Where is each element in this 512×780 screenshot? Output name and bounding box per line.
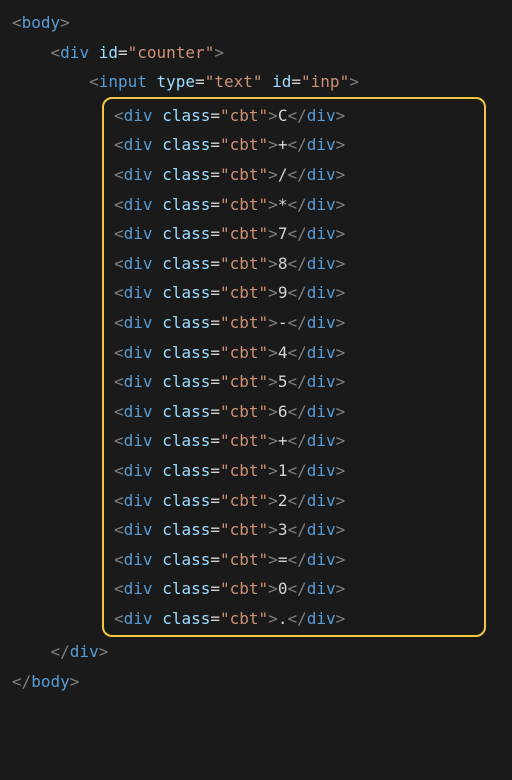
code-line-cbt-14[interactable]: <div class="cbt">3</div> [104, 515, 484, 545]
code-line-input[interactable]: <input type="text" id="inp"> [0, 67, 512, 97]
code-line-cbt-0[interactable]: <div class="cbt">C</div> [104, 101, 484, 131]
code-line-counter-open[interactable]: <div id="counter"> [0, 38, 512, 68]
code-line-cbt-4[interactable]: <div class="cbt">7</div> [104, 219, 484, 249]
code-line-cbt-13[interactable]: <div class="cbt">2</div> [104, 486, 484, 516]
code-line-cbt-17[interactable]: <div class="cbt">.</div> [104, 604, 484, 634]
code-line-cbt-8[interactable]: <div class="cbt">4</div> [104, 338, 484, 368]
code-line-cbt-11[interactable]: <div class="cbt">+</div> [104, 426, 484, 456]
code-line-cbt-9[interactable]: <div class="cbt">5</div> [104, 367, 484, 397]
code-line-cbt-5[interactable]: <div class="cbt">8</div> [104, 249, 484, 279]
selection-highlight: <div class="cbt">C</div><div class="cbt"… [102, 97, 486, 638]
code-line-cbt-2[interactable]: <div class="cbt">/</div> [104, 160, 484, 190]
code-line-cbt-15[interactable]: <div class="cbt">=</div> [104, 545, 484, 575]
code-line-cbt-3[interactable]: <div class="cbt">*</div> [104, 190, 484, 220]
code-line-cbt-10[interactable]: <div class="cbt">6</div> [104, 397, 484, 427]
code-line-body-open[interactable]: <body> [0, 8, 512, 38]
code-line-cbt-6[interactable]: <div class="cbt">9</div> [104, 278, 484, 308]
code-line-div-close[interactable]: </div> [0, 637, 512, 667]
code-line-cbt-16[interactable]: <div class="cbt">0</div> [104, 574, 484, 604]
code-line-cbt-1[interactable]: <div class="cbt">+</div> [104, 130, 484, 160]
code-line-cbt-7[interactable]: <div class="cbt">-</div> [104, 308, 484, 338]
code-line-body-close[interactable]: </body> [0, 667, 512, 697]
code-line-cbt-12[interactable]: <div class="cbt">1</div> [104, 456, 484, 486]
